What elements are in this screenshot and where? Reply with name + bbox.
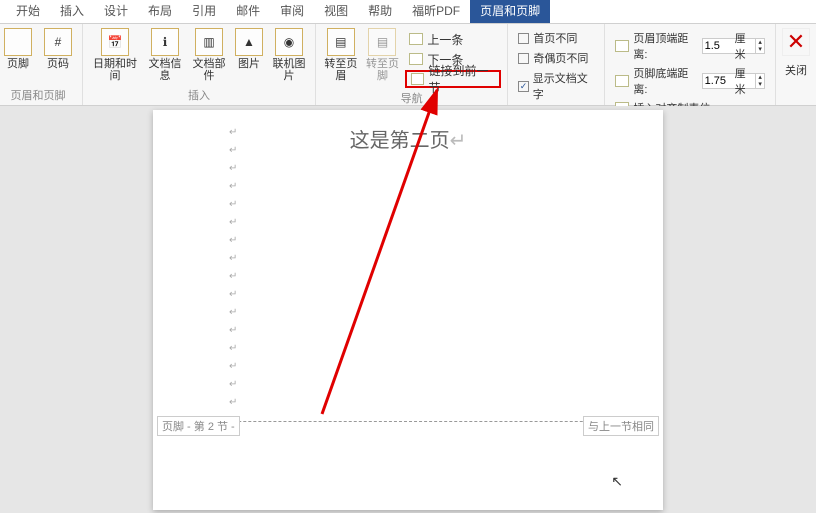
show-document-text-label: 显示文档文字 xyxy=(533,70,595,102)
paragraph-marks: ↵↵↵↵↵↵↵↵↵↵↵↵↵↵↵↵ xyxy=(229,124,237,412)
footer-distance-input[interactable] xyxy=(703,75,733,87)
footer-distance-label: 页脚底端距离: xyxy=(633,65,697,97)
odd-even-different-checkbox[interactable]: 奇偶页不同 xyxy=(518,50,594,66)
tab-home[interactable]: 开始 xyxy=(6,0,50,23)
datetime-button[interactable]: 📅 日期和时间 xyxy=(89,28,141,82)
checkbox-icon xyxy=(518,53,529,64)
goto-header-icon: ▤ xyxy=(327,28,355,56)
menu-tabbar: 开始 插入 设计 布局 引用 邮件 审阅 视图 帮助 福昕PDF 页眉和页脚 xyxy=(0,0,816,24)
header-distance-input[interactable] xyxy=(703,40,733,52)
docinfo-icon: ℹ xyxy=(151,28,179,56)
header-distance-spinner[interactable]: 厘米 ▴▾ xyxy=(702,38,765,54)
goto-header-label: 转至页眉 xyxy=(322,58,360,82)
tab-mailings[interactable]: 邮件 xyxy=(226,0,270,23)
first-page-different-checkbox[interactable]: 首页不同 xyxy=(518,30,594,46)
mouse-cursor-icon: ↖ xyxy=(611,473,623,490)
document-editor[interactable]: 这是第二页↵ ↵↵↵↵↵↵↵↵↵↵↵↵↵↵↵↵ 页脚 - 第 2 节 - 与上一… xyxy=(0,106,816,513)
tab-foxit-pdf[interactable]: 福昕PDF xyxy=(402,0,470,23)
tab-references[interactable]: 引用 xyxy=(182,0,226,23)
picture-label: 图片 xyxy=(238,58,260,70)
picture-icon: ▲ xyxy=(235,28,263,56)
group-label-nav: 导航 xyxy=(322,88,501,106)
docparts-label: 文档部件 xyxy=(189,58,229,82)
footer-distance-icon xyxy=(615,75,629,87)
group-options: 首页不同 奇偶页不同 ✓ 显示文档文字 选项 xyxy=(508,24,605,105)
prev-label: 上一条 xyxy=(427,31,463,48)
docinfo-button[interactable]: ℹ 文档信息 xyxy=(145,28,185,82)
online-picture-label: 联机图片 xyxy=(269,58,309,82)
docparts-button[interactable]: ▥ 文档部件 xyxy=(189,28,229,82)
tab-help[interactable]: 帮助 xyxy=(358,0,402,23)
group-insert: 📅 日期和时间 ℹ 文档信息 ▥ 文档部件 ▲ 图片 ◉ 联机图片 插入 xyxy=(83,24,316,105)
footer-icon xyxy=(4,28,32,56)
header-distance-label: 页眉顶端距离: xyxy=(633,30,697,62)
header-distance-icon xyxy=(615,40,629,52)
footer-section-label-left: 页脚 - 第 2 节 - xyxy=(157,416,240,436)
tab-header-footer[interactable]: 页眉和页脚 xyxy=(470,0,550,23)
docparts-icon: ▥ xyxy=(195,28,223,56)
goto-footer-icon: ▤ xyxy=(368,28,396,56)
footer-button[interactable]: 页脚 xyxy=(0,28,36,70)
tab-insert[interactable]: 插入 xyxy=(50,0,94,23)
goto-footer-button[interactable]: ▤ 转至页脚 xyxy=(364,28,402,88)
footer-boundary-line xyxy=(183,421,633,422)
spin-up-icon[interactable]: ▴ xyxy=(756,39,764,46)
page-number-icon: # xyxy=(44,28,72,56)
picture-button[interactable]: ▲ 图片 xyxy=(233,28,265,82)
page-number-label: 页码 xyxy=(47,58,69,70)
odd-even-different-label: 奇偶页不同 xyxy=(533,50,588,66)
unit-label: 厘米 xyxy=(733,30,756,62)
checkbox-icon xyxy=(518,33,529,44)
footer-label: 页脚 xyxy=(7,58,29,70)
spin-down-icon[interactable]: ▾ xyxy=(756,46,764,53)
goto-header-button[interactable]: ▤ 转至页眉 xyxy=(322,28,360,88)
prev-icon xyxy=(409,33,423,45)
spin-down-icon[interactable]: ▾ xyxy=(756,81,764,88)
group-label-insert: 插入 xyxy=(89,85,309,103)
spin-up-icon[interactable]: ▴ xyxy=(756,74,764,81)
footer-section-label-right: 与上一节相同 xyxy=(583,416,659,436)
group-header-footer: 页脚 # 页码 页眉和页脚 xyxy=(0,24,83,105)
tab-layout[interactable]: 布局 xyxy=(138,0,182,23)
group-position: 页眉顶端距离: 厘米 ▴▾ 页脚底端距离: 厘米 ▴▾ 插入对齐制表位 xyxy=(605,24,776,105)
footer-distance-spinner[interactable]: 厘米 ▴▾ xyxy=(702,73,765,89)
close-label: 关闭 xyxy=(785,62,807,78)
next-icon xyxy=(409,53,423,65)
group-navigation: ▤ 转至页眉 ▤ 转至页脚 上一条 下一条 链接到前一节 xyxy=(316,24,508,105)
calendar-icon: 📅 xyxy=(101,28,129,56)
header-distance-row: 页眉顶端距离: 厘米 ▴▾ xyxy=(615,30,765,62)
prev-section-button[interactable]: 上一条 xyxy=(405,30,501,48)
show-document-text-checkbox[interactable]: ✓ 显示文档文字 xyxy=(518,70,594,102)
online-picture-icon: ◉ xyxy=(275,28,303,56)
close-icon[interactable]: ✕ xyxy=(782,28,810,56)
tab-review[interactable]: 审阅 xyxy=(270,0,314,23)
goto-footer-label: 转至页脚 xyxy=(364,58,402,82)
docinfo-label: 文档信息 xyxy=(145,58,185,82)
group-close: ✕ 关闭 关闭 xyxy=(776,24,816,105)
link-to-previous-button[interactable]: 链接到前一节 xyxy=(405,70,501,88)
unit-label: 厘米 xyxy=(733,65,756,97)
ribbon: 页脚 # 页码 页眉和页脚 📅 日期和时间 ℹ 文档信息 ▥ 文档部件 xyxy=(0,24,816,106)
document-page[interactable]: 这是第二页↵ ↵↵↵↵↵↵↵↵↵↵↵↵↵↵↵↵ 页脚 - 第 2 节 - 与上一… xyxy=(153,110,663,510)
first-page-different-label: 首页不同 xyxy=(533,30,577,46)
checkbox-checked-icon: ✓ xyxy=(518,81,528,92)
datetime-label: 日期和时间 xyxy=(89,58,141,82)
link-icon xyxy=(411,73,424,85)
tab-view[interactable]: 视图 xyxy=(314,0,358,23)
online-picture-button[interactable]: ◉ 联机图片 xyxy=(269,28,309,82)
footer-distance-row: 页脚底端距离: 厘米 ▴▾ xyxy=(615,65,765,97)
tab-design[interactable]: 设计 xyxy=(94,0,138,23)
group-label-hf: 页眉和页脚 xyxy=(0,85,76,103)
page-number-button[interactable]: # 页码 xyxy=(40,28,76,70)
